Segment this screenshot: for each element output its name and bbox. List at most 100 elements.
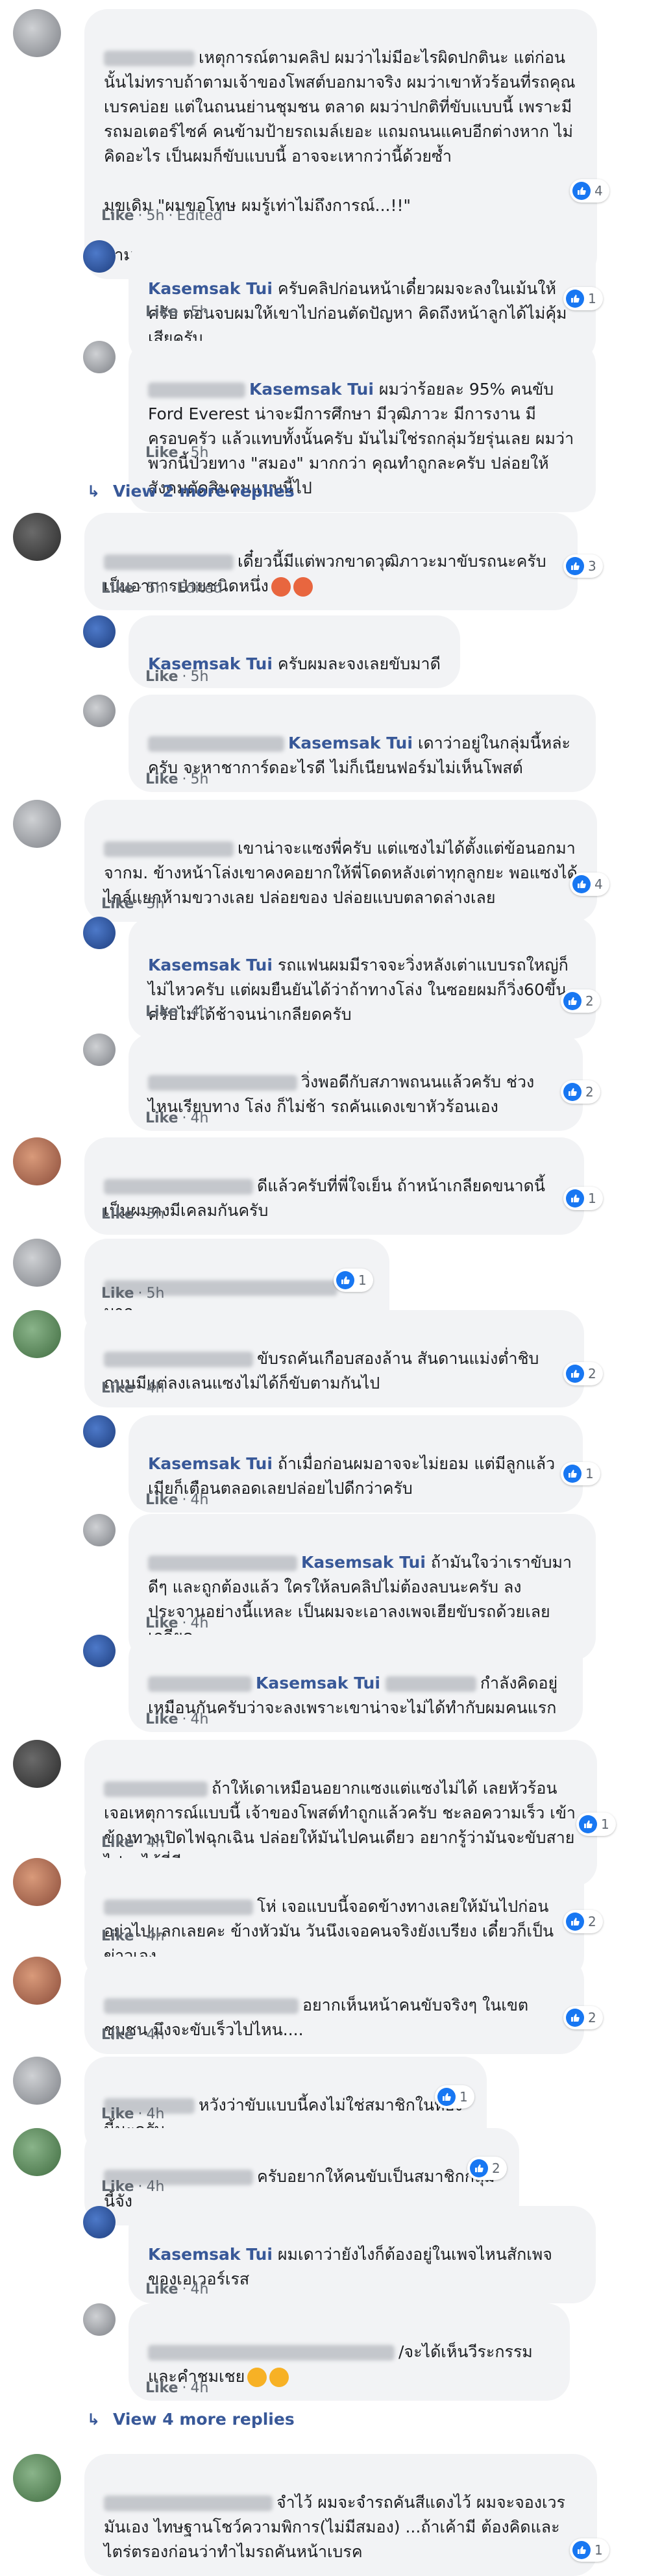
avatar[interactable] (83, 1415, 116, 1448)
reaction-count[interactable]: 1 (334, 1269, 373, 1292)
avatar[interactable] (13, 1957, 61, 2005)
avatar[interactable] (13, 1858, 61, 1906)
avatar[interactable] (13, 1239, 61, 1287)
avatar[interactable] (83, 1514, 116, 1546)
avatar[interactable] (13, 1740, 61, 1788)
blurred-author-name[interactable] (148, 2345, 395, 2360)
like-button[interactable]: Like (101, 1928, 134, 1944)
avatar[interactable] (13, 2454, 61, 2502)
comment-time[interactable]: 4h (147, 1380, 165, 1396)
like-button[interactable]: Like (145, 304, 178, 320)
blurred-author-name[interactable] (104, 554, 234, 570)
like-button[interactable]: Like (101, 1206, 134, 1222)
like-button[interactable]: Like (145, 2281, 178, 2297)
avatar[interactable] (83, 1034, 116, 1066)
comment-time[interactable]: 4h (191, 1110, 209, 1126)
avatar[interactable] (13, 1137, 61, 1185)
like-button[interactable]: Like (101, 1285, 134, 1302)
like-button[interactable]: Like (145, 1004, 178, 1020)
blurred-author-name[interactable] (104, 1900, 253, 1915)
like-button[interactable]: Like (145, 445, 178, 461)
avatar[interactable] (13, 2128, 61, 2176)
like-button[interactable]: Like (145, 1492, 178, 1508)
author-name[interactable]: Kasemsak Tui (148, 1454, 273, 1473)
comment-time[interactable]: 4h (191, 2281, 209, 2297)
author-name[interactable]: Kasemsak Tui (148, 956, 273, 974)
avatar[interactable] (83, 1635, 116, 1667)
comment-time[interactable]: 4h (147, 2179, 165, 2195)
reaction-count[interactable]: 4 (570, 179, 609, 203)
comment-time[interactable]: 5h (147, 896, 165, 912)
comment-time[interactable]: 5h (147, 1206, 165, 1222)
like-button[interactable]: Like (145, 1110, 178, 1126)
blurred-author-name[interactable] (104, 1781, 208, 1797)
avatar[interactable] (13, 2057, 61, 2105)
comment-time[interactable]: 4h (147, 1928, 165, 1944)
blurred-author-name[interactable] (148, 1676, 252, 1692)
comment-time[interactable]: 5h (191, 771, 209, 787)
avatar[interactable] (83, 695, 116, 727)
comment-time[interactable]: 5h (191, 669, 209, 685)
view-more-replies[interactable]: ↳ View 2 more replies (87, 482, 295, 501)
comment-time[interactable]: 4h (191, 1004, 209, 1020)
reaction-count[interactable]: 1 (570, 2538, 609, 2562)
comment-time[interactable]: 5h (191, 304, 209, 320)
reaction-count[interactable]: 4 (570, 873, 609, 896)
like-button[interactable]: Like (101, 2027, 134, 2043)
reaction-count[interactable]: 1 (563, 287, 603, 310)
blurred-author-name[interactable] (104, 841, 234, 857)
avatar[interactable] (83, 917, 116, 949)
comment-time[interactable]: 4h (147, 1835, 165, 1851)
comment-time[interactable]: 5h (147, 1285, 165, 1302)
avatar[interactable] (83, 2206, 116, 2238)
reaction-count[interactable]: 3 (563, 554, 603, 578)
like-button[interactable]: Like (101, 2106, 134, 2122)
author-name[interactable]: Kasemsak Tui (148, 279, 273, 298)
comment-time[interactable]: 5h (147, 208, 165, 224)
like-button[interactable]: Like (145, 1615, 178, 1631)
edited-label[interactable]: Edited (177, 580, 222, 597)
blurred-author-name[interactable] (148, 1075, 297, 1091)
like-button[interactable]: Like (145, 669, 178, 685)
reaction-count[interactable]: 1 (561, 1462, 600, 1485)
author-name[interactable]: Kasemsak Tui (148, 2245, 273, 2264)
mention-tag[interactable]: Kasemsak Tui (288, 734, 413, 752)
avatar[interactable] (83, 341, 116, 373)
avatar[interactable] (13, 1310, 61, 1358)
blurred-author-name[interactable] (104, 51, 195, 66)
blurred-author-name[interactable] (104, 1179, 253, 1195)
like-button[interactable]: Like (101, 1835, 134, 1851)
view-more-replies[interactable]: ↳ View 4 more replies (87, 2410, 295, 2429)
blurred-author-name[interactable] (148, 1555, 297, 1571)
reaction-count[interactable]: 2 (563, 2006, 603, 2029)
reaction-count[interactable]: 2 (563, 1362, 603, 1385)
avatar[interactable] (13, 800, 61, 848)
like-button[interactable]: Like (101, 896, 134, 912)
author-name[interactable]: Kasemsak Tui (256, 1674, 380, 1692)
like-button[interactable]: Like (145, 2380, 178, 2396)
like-button[interactable]: Like (145, 771, 178, 787)
avatar[interactable] (83, 2303, 116, 2336)
comment-time[interactable]: 5h (147, 580, 165, 597)
reaction-count[interactable]: 1 (563, 1187, 603, 1210)
like-button[interactable]: Like (101, 1380, 134, 1396)
blurred-author-name[interactable] (104, 2496, 273, 2511)
comment-time[interactable]: 5h (191, 445, 209, 461)
reaction-count[interactable]: 1 (435, 2085, 474, 2109)
blurred-author-name[interactable] (148, 736, 284, 752)
blurred-author-name[interactable] (104, 1998, 299, 2014)
avatar[interactable] (13, 513, 61, 561)
reaction-count[interactable]: 2 (467, 2157, 507, 2180)
like-button[interactable]: Like (145, 1711, 178, 1728)
blurred-author-name[interactable] (385, 1676, 476, 1692)
comment-time[interactable]: 4h (191, 1492, 209, 1508)
comment-time[interactable]: 4h (191, 2380, 209, 2396)
reaction-count[interactable]: 2 (563, 1910, 603, 1933)
avatar[interactable] (13, 9, 61, 57)
mention-tag[interactable]: Kasemsak Tui (301, 1553, 426, 1572)
reaction-count[interactable]: 2 (561, 989, 600, 1013)
avatar[interactable] (83, 615, 116, 648)
comment-time[interactable]: 4h (191, 1615, 209, 1631)
like-button[interactable]: Like (101, 2179, 134, 2195)
reaction-count[interactable]: 2 (561, 1080, 600, 1104)
